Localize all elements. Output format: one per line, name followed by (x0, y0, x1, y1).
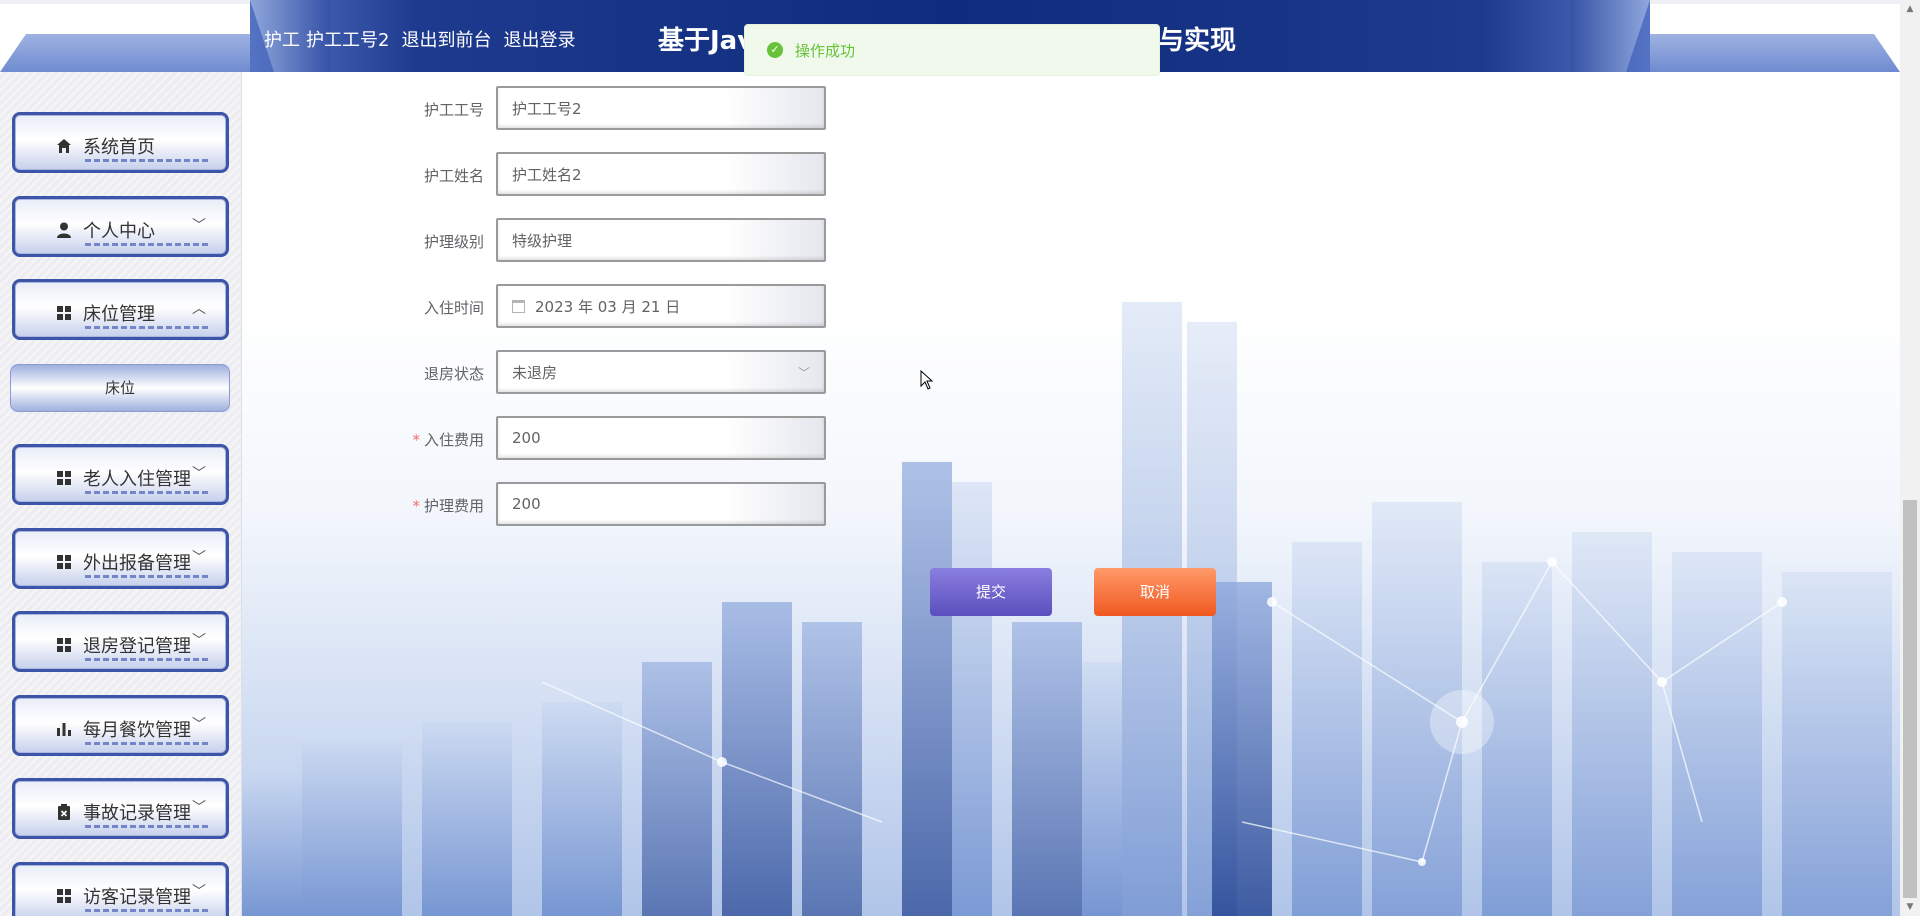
chevron-down-icon: ﹀ (192, 884, 206, 900)
sidebar-item-label: 系统首页 (83, 137, 155, 158)
app-window: 护工 护工工号2 退出到前台 退出登录 基于Jav 与实现 ✓ 操作成功 系统首… (0, 0, 1920, 916)
care-fee-label: * 护理费用 (242, 495, 484, 516)
user-icon (57, 222, 71, 238)
toast-message: 操作成功 (795, 41, 856, 60)
decorative-dots (85, 159, 211, 162)
checkin-fee-value: 200 (512, 429, 541, 447)
sidebar-item-checkout-registration[interactable]: 退房登记管理 ﹀ (12, 611, 229, 672)
nurse-id-value: 护工工号2 (512, 99, 582, 118)
checkout-status-label: 退房状态 (423, 365, 484, 383)
nurse-name-value: 护工姓名2 (512, 165, 582, 184)
city-skyline-background (242, 302, 1900, 916)
sidebar-item-label: 外出报备管理 (83, 553, 191, 574)
site-title-end: 与实现 (1158, 26, 1237, 56)
clipboard-icon (58, 804, 70, 820)
grid-icon (57, 306, 71, 320)
bar-chart-icon (57, 723, 71, 736)
decorative-dots (85, 658, 211, 661)
checkin-date-value: 2023 年 03 月 21 日 (535, 297, 681, 316)
sidebar-item-bed-management[interactable]: 床位管理 ︿ (12, 279, 229, 340)
checkin-date-picker[interactable]: 2023 年 03 月 21 日 (496, 284, 826, 328)
care-level-field[interactable]: 特级护理 (496, 218, 826, 262)
sidebar-item-personal-center[interactable]: 个人中心 ﹀ (12, 196, 229, 257)
sidebar-subitem-bed[interactable]: 床位 (10, 364, 230, 412)
care-level-value: 特级护理 (512, 231, 573, 250)
sidebar-item-home[interactable]: 系统首页 (12, 112, 229, 173)
grid-icon (57, 471, 71, 485)
chevron-up-icon: ︿ (192, 301, 206, 317)
submit-button[interactable]: 提交 (930, 568, 1052, 616)
sidebar-item-label: 每月餐饮管理 (83, 720, 191, 741)
sidebar-item-label: 个人中心 (83, 221, 155, 242)
nurse-id-field[interactable]: 护工工号2 (496, 86, 826, 130)
mouse-cursor-icon (920, 370, 934, 390)
site-title: 基于Jav 与实现 (658, 20, 1236, 57)
nurse-id-label: 护工工号 (423, 101, 484, 119)
decorative-dots (85, 491, 211, 494)
scrollbar-thumb[interactable] (1903, 500, 1917, 898)
nurse-name-field[interactable]: 护工姓名2 (496, 152, 826, 196)
sidebar-item-label: 床位管理 (83, 304, 155, 325)
main-content: 护工工号 护工工号2 护工姓名 护工姓名2 护理级别 特级护理 入住时间 202… (242, 72, 1900, 916)
checkout-status-value: 未退房 (512, 363, 558, 382)
logout-link[interactable]: 退出登录 (503, 26, 575, 52)
checkin-fee-label-text: 入住费用 (423, 431, 484, 449)
required-asterisk: * (412, 497, 420, 515)
care-level-label: 护理级别 (423, 233, 484, 251)
vertical-scrollbar[interactable]: ▲ ▼ (1900, 0, 1920, 916)
chevron-down-icon: ﹀ (192, 550, 206, 566)
calendar-icon (512, 299, 525, 313)
chevron-down-icon: ﹀ (192, 800, 206, 816)
chevron-down-icon: ﹀ (192, 218, 206, 234)
grid-icon (57, 638, 71, 652)
sidebar: 系统首页 个人中心 ﹀ 床位管理 ︿ 床位 老人入住管理 ﹀ 外出报备管理 ﹀ (0, 72, 242, 916)
checkin-fee-label: * 入住费用 (242, 429, 484, 450)
user-name: 护工工号2 (306, 30, 390, 51)
home-icon (57, 139, 71, 153)
decorative-dots (85, 243, 211, 246)
user-role: 护工 (264, 30, 300, 51)
chevron-down-icon: ﹀ (797, 366, 810, 380)
care-fee-value: 200 (512, 495, 541, 513)
exit-to-front-link[interactable]: 退出到前台 (401, 26, 491, 52)
decorative-dots (85, 742, 211, 745)
sidebar-item-accident-records[interactable]: 事故记录管理 ﹀ (12, 778, 229, 839)
sidebar-item-label: 老人入住管理 (83, 469, 191, 490)
scroll-up-arrow-icon[interactable]: ▲ (1900, 0, 1920, 18)
decorative-dots (85, 909, 211, 912)
grid-icon (57, 555, 71, 569)
care-fee-label-text: 护理费用 (423, 497, 484, 515)
cancel-button[interactable]: 取消 (1094, 568, 1216, 616)
chevron-down-icon: ﹀ (192, 717, 206, 733)
site-title-start: 基于Jav (658, 26, 755, 56)
checkin-date-label: 入住时间 (423, 299, 484, 317)
success-toast: ✓ 操作成功 (744, 24, 1160, 76)
chevron-down-icon: ﹀ (192, 466, 206, 482)
sidebar-item-elder-checkin[interactable]: 老人入住管理 ﹀ (12, 444, 229, 505)
decorative-dots (85, 326, 211, 329)
required-asterisk: * (412, 431, 420, 449)
grid-icon (57, 889, 71, 903)
check-circle-icon: ✓ (767, 42, 783, 58)
sidebar-item-visitor-records[interactable]: 访客记录管理 ﹀ (12, 862, 229, 916)
sidebar-item-label: 退房登记管理 (83, 636, 191, 657)
decorative-dots (85, 825, 211, 828)
user-links: 护工 护工工号2 退出到前台 退出登录 (264, 26, 575, 52)
sidebar-item-label: 访客记录管理 (83, 887, 191, 908)
checkin-fee-field[interactable]: 200 (496, 416, 826, 460)
sidebar-item-monthly-meals[interactable]: 每月餐饮管理 ﹀ (12, 695, 229, 756)
sidebar-item-label: 事故记录管理 (83, 803, 191, 824)
decorative-dots (85, 575, 211, 578)
checkout-status-select[interactable]: 未退房 ﹀ (496, 350, 826, 394)
care-fee-field[interactable]: 200 (496, 482, 826, 526)
sidebar-item-outing-report[interactable]: 外出报备管理 ﹀ (12, 528, 229, 589)
scroll-down-arrow-icon[interactable]: ▼ (1900, 898, 1920, 916)
nurse-name-label: 护工姓名 (423, 167, 484, 185)
chevron-down-icon: ﹀ (192, 633, 206, 649)
